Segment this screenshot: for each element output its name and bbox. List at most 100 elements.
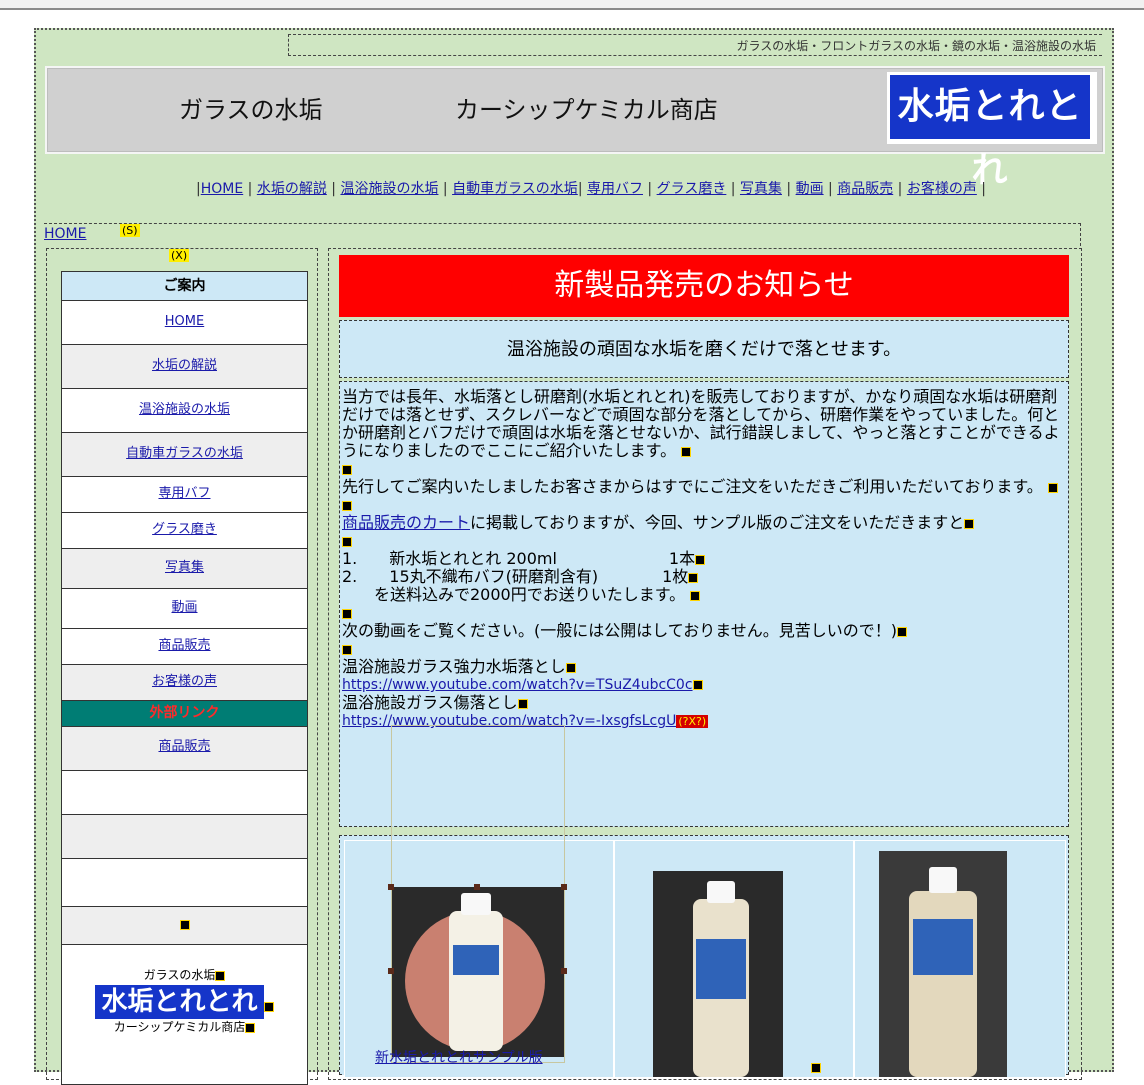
sidebar-empty-slot (61, 815, 308, 859)
shop-name: カーシップケミカル商店 (455, 96, 718, 124)
return-mark-icon (342, 464, 352, 475)
paragraph-video: 次の動画をご覧ください。(一般には公開はしておりません。見苦しいので！) (342, 622, 1066, 640)
sidebar-logo[interactable]: 水垢とれとれ (95, 985, 264, 1019)
resize-handle[interactable] (561, 968, 567, 974)
breadcrumb-home[interactable]: HOME (44, 226, 86, 242)
resize-handle[interactable] (388, 968, 394, 974)
sidebar-logo-caption-bottom: カーシップケミカル商店 (62, 1019, 307, 1035)
sidebar-empty-slot (61, 771, 308, 815)
main-content: 新製品発売のお知らせ 温浴施設の頑固な水垢を磨くだけで落とせます。 当方では長年… (328, 248, 1082, 1080)
sidebar: (X) ご案内 HOME 水垢の解説 温浴施設の水垢 自動車ガラスの水垢 専用バ… (46, 248, 318, 1085)
breadcrumb: HOME (S) (44, 223, 1081, 246)
sidebar-badge: (X) (169, 249, 190, 262)
list-item-3: を送料込みで2000円でお送りいたします。 (342, 586, 1066, 604)
sidebar-item-mizuaka-kaisetsu[interactable]: 水垢の解説 (61, 345, 308, 389)
nav-shashinshu[interactable]: 写真集 (740, 181, 782, 197)
return-mark-icon (964, 518, 975, 529)
paragraph-intro: 当方では長年、水垢落とし研磨剤(水垢とれとれ)を販売しておりますが、かなり頑固な… (342, 387, 1060, 460)
breadcrumb-badge: (S) (120, 224, 140, 237)
sidebar-empty-slot (61, 859, 308, 907)
site-header: ガラスの水垢 カーシップケミカル商店 水垢とれとれ (45, 66, 1105, 191)
logo-text: 水垢とれとれ (890, 75, 1090, 191)
image-selection-frame[interactable] (391, 725, 565, 1063)
return-mark-icon (215, 970, 226, 981)
gallery-caption-link[interactable]: 新水垢とれとれサンプル版 (375, 1047, 543, 1067)
page-container: ガラスの水垢・フロントガラスの水垢・鏡の水垢・温浴施設の水垢 ガラスの水垢 カー… (34, 28, 1114, 1085)
return-mark-icon (688, 572, 699, 583)
sidebar-return-slot (61, 907, 308, 945)
sidebar-item-onyoku-shisetsu[interactable]: 温浴施設の水垢 (61, 389, 308, 433)
top-nav: |HOME | 水垢の解説 | 温浴施設の水垢 | 自動車ガラスの水垢| 専用バ… (196, 181, 987, 197)
sidebar-item-senyo-buff[interactable]: 専用バフ (61, 477, 308, 513)
nav-home[interactable]: HOME (201, 181, 243, 197)
sidebar-item-okyakusama[interactable]: お客様の声 (61, 665, 308, 701)
nav-jidosha-glass[interactable]: 自動車ガラスの水垢 (452, 181, 578, 197)
nav-senyo-buff[interactable]: 専用バフ (587, 181, 643, 197)
sidebar-item-doga[interactable]: 動画 (61, 589, 308, 629)
return-mark-icon (897, 626, 908, 637)
cart-link[interactable]: 商品販売のカート (342, 513, 470, 532)
bottle-label (913, 919, 973, 975)
sidebar-heading: ご案内 (61, 271, 308, 301)
bottle-label (696, 939, 746, 999)
video2-title: 温浴施設ガラス傷落とし (342, 694, 1066, 712)
nav-onyoku-shisetsu[interactable]: 温浴施設の水垢 (340, 181, 438, 197)
return-mark-icon (245, 1022, 256, 1033)
return-mark-icon (342, 536, 352, 547)
gallery-cell-large-bottle (854, 840, 1066, 1078)
page-title: 新製品発売のお知らせ (339, 255, 1069, 317)
nav-doga[interactable]: 動画 (796, 181, 824, 197)
bottle-cap (929, 867, 957, 893)
sidebar-item-shohin-hanbai[interactable]: 商品販売 (61, 629, 308, 665)
video1-title: 温浴施設ガラス強力水垢落とし (342, 658, 1066, 676)
nav-mizuaka-kaisetsu[interactable]: 水垢の解説 (257, 181, 327, 197)
return-mark-icon (692, 680, 703, 690)
return-mark-icon (690, 590, 701, 601)
sidebar-logo-box: ガラスの水垢 水垢とれとれ カーシップケミカル商店 (61, 945, 308, 1085)
list-item-1: 1. 新水垢とれとれ 200ml 1本 (342, 550, 1066, 568)
nav-glass-migaki[interactable]: グラス磨き (657, 181, 727, 197)
nav-okyakusama[interactable]: お客様の声 (907, 181, 977, 197)
list-item-2: 2. 15丸不織布バフ(研磨剤含有) 1枚 (342, 568, 1066, 586)
sidebar-logo-caption-top: ガラスの水垢 (62, 967, 307, 983)
product-photo-large-bottle[interactable] (879, 851, 1007, 1077)
gallery-cell-bottle (614, 840, 854, 1078)
bottle-large (909, 891, 977, 1077)
sidebar-external-heading: 外部リンク (61, 701, 308, 727)
sidebar-item-shashinshu[interactable]: 写真集 (61, 549, 308, 589)
sidebar-menu: ご案内 HOME 水垢の解説 温浴施設の水垢 自動車ガラスの水垢 専用バフ グラ… (61, 271, 308, 1085)
product-gallery: 新水垢とれとれサンプル版 (339, 725, 1069, 1078)
return-mark-icon (1047, 482, 1058, 493)
return-mark-icon (681, 446, 692, 457)
bottle-cap (707, 881, 735, 903)
nav-shohin-hanbai[interactable]: 商品販売 (837, 181, 893, 197)
return-mark-icon (565, 662, 576, 673)
video1-link[interactable]: https://www.youtube.com/watch?v=TSuZ4ubc… (342, 677, 693, 693)
bottle-medium (693, 899, 749, 1077)
paragraph-cart: 商品販売のカートに掲載しておりますが、今回、サンプル版のご注文をいただきますと (342, 514, 1066, 532)
tagline: ガラスの水垢・フロントガラスの水垢・鏡の水垢・温浴施設の水垢 (288, 34, 1102, 56)
sidebar-item-home[interactable]: HOME (61, 301, 308, 345)
return-mark-icon (811, 1063, 821, 1073)
gallery-cell-sample: 新水垢とれとれサンプル版 (344, 725, 614, 1078)
sidebar-external-item-shohin-hanbai[interactable]: 商品販売 (61, 727, 308, 771)
resize-handle[interactable] (474, 884, 480, 890)
resize-handle[interactable] (561, 884, 567, 890)
return-mark-icon (179, 919, 190, 930)
return-mark-icon (517, 698, 528, 709)
window-top-bar (0, 0, 1144, 10)
page-subtitle: 温浴施設の頑固な水垢を磨くだけで落とせます。 (339, 320, 1069, 378)
resize-handle[interactable] (388, 884, 394, 890)
product-photo-bottle[interactable] (653, 871, 783, 1077)
return-mark-icon (342, 644, 352, 655)
sidebar-item-glass-migaki[interactable]: グラス磨き (61, 513, 308, 549)
return-mark-icon (263, 1001, 274, 1012)
return-mark-icon (695, 554, 706, 565)
paragraph-customers: 先行してご案内いたしましたお客さまからはすでにご注文をいただきご利用いただいてお… (342, 478, 1066, 496)
video2-badge: (?X?) (676, 715, 709, 728)
return-mark-icon (342, 500, 352, 511)
return-mark-icon (342, 608, 352, 619)
header-title: ガラスの水垢 (179, 96, 323, 124)
logo[interactable]: 水垢とれとれ (887, 72, 1097, 191)
sidebar-item-jidosha-glass[interactable]: 自動車ガラスの水垢 (61, 433, 308, 477)
